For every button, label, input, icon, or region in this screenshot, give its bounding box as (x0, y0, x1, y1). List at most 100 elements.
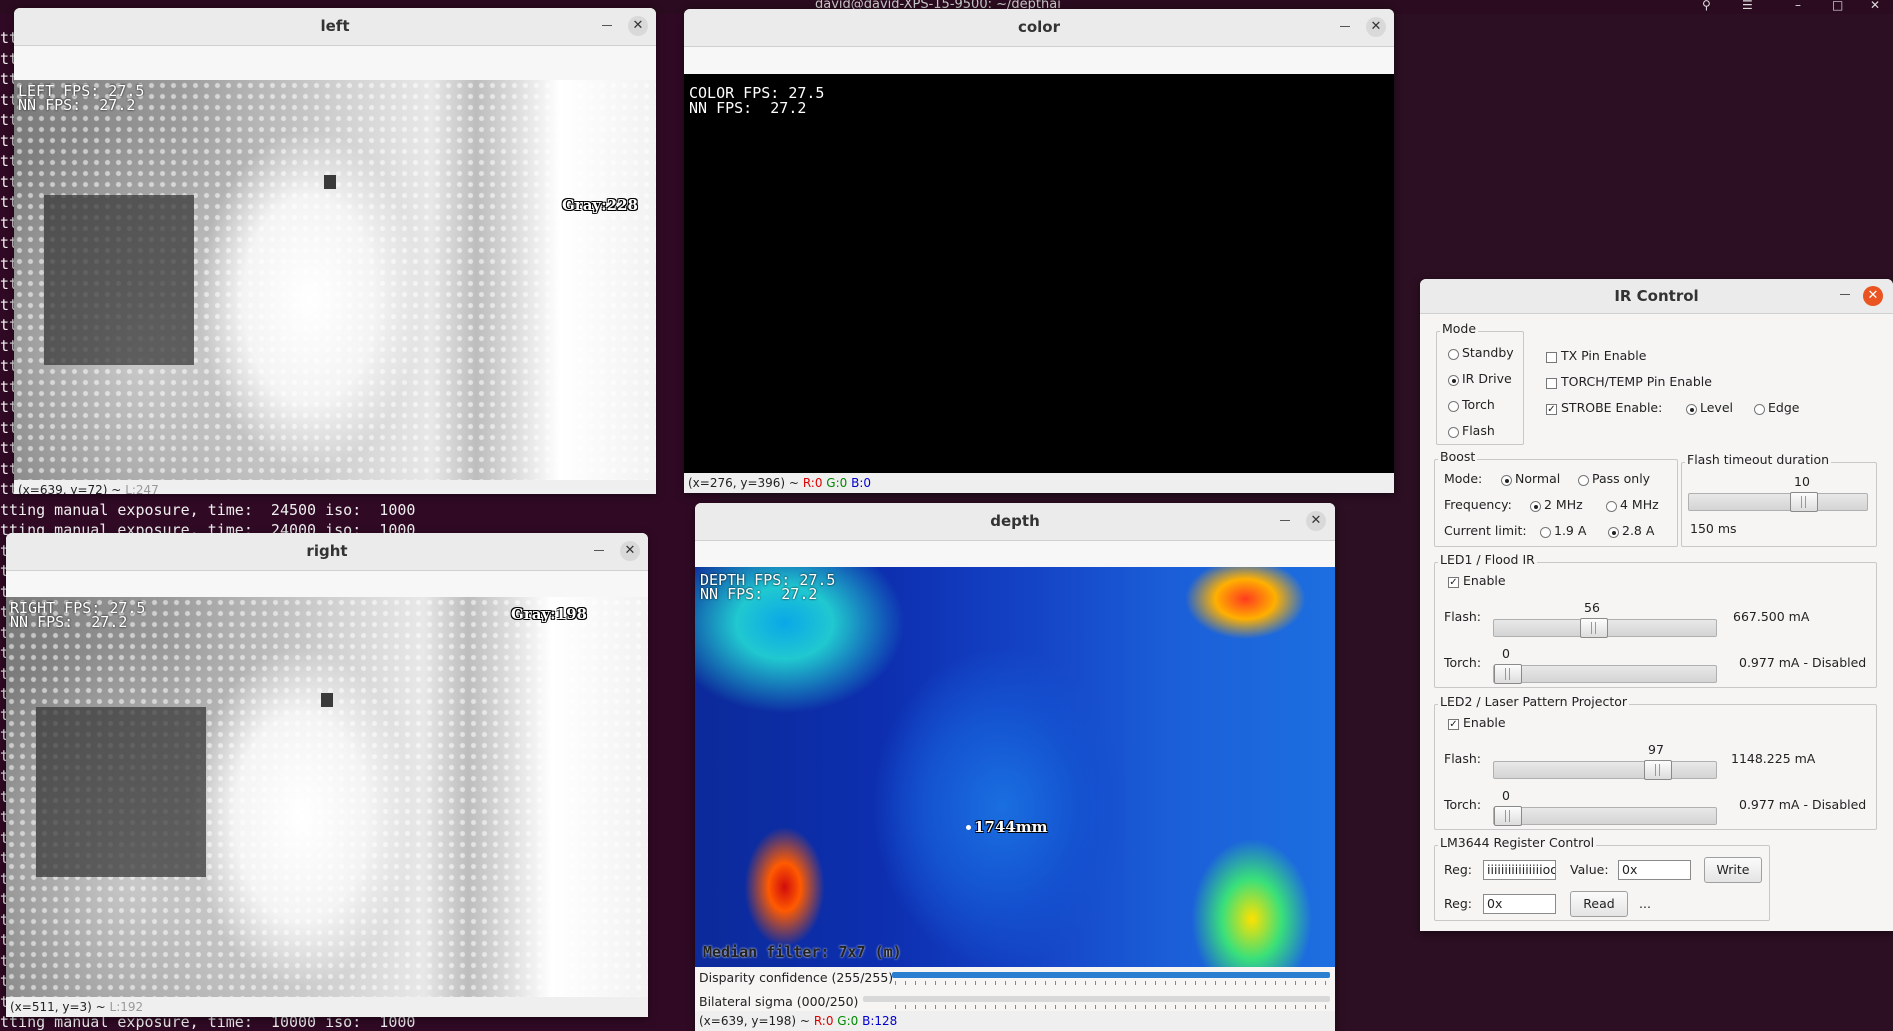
close-button[interactable]: ✕ (1366, 17, 1386, 37)
led2-enable-checkbox[interactable]: ✓ (1448, 719, 1459, 730)
trackbar-track[interactable] (863, 996, 1330, 1002)
group-label: Flash timeout duration (1685, 452, 1832, 467)
ir-control-window: IR Control ✕ Mode TX Pin Enable TORCH/TE… (1420, 279, 1893, 931)
led1-flash-label: Flash: (1444, 609, 1481, 624)
reg-read-input[interactable]: 0x (1483, 894, 1556, 914)
slider-thumb[interactable] (1494, 806, 1522, 826)
strobe-checkbox[interactable]: ✓ (1546, 404, 1557, 415)
mode-radio-flash[interactable] (1448, 427, 1459, 438)
strobe-level-radio[interactable] (1686, 404, 1697, 415)
reg-write-input[interactable]: iiiiiiiiiiiiiiiioooj (1483, 860, 1556, 880)
minimize-icon[interactable]: – (1795, 0, 1801, 12)
led1-flash-slider[interactable] (1493, 618, 1717, 638)
color-camera-image[interactable]: COLOR FPS: 27.5 NN FPS: 27.2 (684, 74, 1394, 473)
trackbar-track[interactable] (892, 972, 1330, 978)
trackbar-tick (1065, 1005, 1066, 1009)
strobe-edge-radio[interactable] (1754, 404, 1765, 415)
ir-titlebar[interactable]: IR Control ✕ (1420, 279, 1893, 314)
current-19a-radio[interactable] (1540, 527, 1551, 538)
minimize-button[interactable] (592, 543, 606, 551)
left-camera-image[interactable]: LEFT FPS: 27.5 NN FPS: 27.2 Gray:228 (14, 80, 656, 480)
trackbar-tick (1125, 1005, 1126, 1009)
trackbar-tick (1115, 981, 1116, 985)
minimize-button[interactable] (1278, 513, 1292, 521)
search-icon[interactable]: ⚲ (1702, 0, 1711, 12)
trackbar-tick (1075, 981, 1076, 985)
strobe-edge-label: Edge (1768, 400, 1800, 415)
trackbar-tick (1175, 1005, 1176, 1009)
led1-torch-slider[interactable] (1493, 664, 1717, 684)
slider-thumb[interactable] (1790, 492, 1818, 512)
depth-window: depth ✕ DEPTH FPS: 27.5 NN FPS: 27.2 174… (695, 503, 1335, 1031)
trackbar-tick (1305, 1005, 1306, 1009)
mode-radio-standby[interactable] (1448, 349, 1459, 360)
gray-value-label: Gray:228 (562, 196, 638, 214)
close-button[interactable]: ✕ (1306, 511, 1326, 531)
led1-enable-checkbox[interactable]: ✓ (1448, 577, 1459, 588)
close-button[interactable]: ✕ (620, 541, 640, 561)
toolbar (695, 541, 1335, 567)
led2-torch-slider[interactable] (1493, 806, 1717, 826)
boost-normal-radio[interactable] (1501, 475, 1512, 486)
pixel-r: R:0 (813, 1014, 834, 1028)
trackbar-tick (905, 1005, 906, 1009)
depth-image[interactable]: DEPTH FPS: 27.5 NN FPS: 27.2 1744mm Medi… (695, 567, 1335, 967)
color-titlebar[interactable]: color ✕ (684, 9, 1394, 47)
slider-thumb[interactable] (1494, 664, 1522, 684)
maximize-icon[interactable]: □ (1832, 0, 1843, 12)
status-bar: (x=639, y=72) ~ L:247 (14, 480, 656, 494)
trackbar-tick (1095, 981, 1096, 985)
led2-flash-slider[interactable] (1493, 760, 1717, 780)
write-button[interactable]: Write (1704, 857, 1762, 883)
led1-torch-label: Torch: (1444, 655, 1482, 670)
minimize-button[interactable] (600, 18, 614, 26)
cursor-coords: (x=511, y=3) ~ (10, 1000, 106, 1014)
flash-timeout-slider[interactable] (1688, 492, 1868, 512)
status-bar: (x=511, y=3) ~ L:192 (6, 997, 648, 1017)
value-input[interactable]: 0x (1618, 860, 1691, 880)
minimize-button[interactable] (1338, 19, 1352, 27)
slider-thumb[interactable] (1644, 760, 1672, 780)
minimize-button[interactable] (1838, 287, 1852, 295)
freq-2mhz-radio[interactable] (1530, 501, 1541, 512)
freq-4mhz-radio[interactable] (1606, 501, 1617, 512)
trackbar-tick (1225, 1005, 1226, 1009)
right-camera-image[interactable]: RIGHT FPS: 27.5 NN FPS: 27.2 Gray:198 (6, 597, 648, 997)
trackbar-tick (1035, 1005, 1036, 1009)
led2-torch-label: Torch: (1444, 797, 1482, 812)
nn-fps-overlay: NN FPS: 27.2 (10, 613, 128, 631)
torch-pin-checkbox[interactable] (1546, 378, 1557, 389)
mode-radio-torch[interactable] (1448, 401, 1459, 412)
boost-normal-label: Normal (1515, 471, 1561, 486)
trackbar-tick (945, 981, 946, 985)
trackbar-tick (1255, 1005, 1256, 1009)
mode-option-label: IR Drive (1462, 371, 1512, 386)
strobe-level-label: Level (1700, 400, 1733, 415)
slider-thumb[interactable] (1580, 618, 1608, 638)
trackbar-label: Disparity confidence (255/255) (699, 970, 894, 985)
trackbar-tick (1175, 981, 1176, 985)
current-28a-radio[interactable] (1608, 527, 1619, 538)
trackbar-tick (1325, 1005, 1326, 1009)
disparity-trackbar[interactable]: Disparity confidence (255/255) (695, 967, 1335, 987)
boost-passonly-radio[interactable] (1578, 475, 1589, 486)
menu-icon[interactable]: ☰ (1742, 0, 1753, 12)
trackbar-tick (1225, 981, 1226, 985)
boost-passonly-label: Pass only (1592, 471, 1651, 486)
pixel-b: B:0 (851, 476, 872, 490)
tx-pin-checkbox[interactable] (1546, 352, 1557, 363)
flash-timeout-display: 150 ms (1690, 521, 1737, 536)
right-titlebar[interactable]: right ✕ (6, 533, 648, 571)
close-button[interactable]: ✕ (1863, 286, 1883, 306)
depth-titlebar[interactable]: depth ✕ (695, 503, 1335, 541)
trackbar-tick (1155, 1005, 1156, 1009)
trackbar-tick (965, 981, 966, 985)
bilateral-trackbar[interactable]: Bilateral sigma (000/250) (695, 991, 1335, 1011)
left-titlebar[interactable]: left ✕ (14, 8, 656, 46)
mode-radio-ir-drive[interactable] (1448, 375, 1459, 386)
read-button[interactable]: Read (1570, 891, 1628, 917)
close-button[interactable]: ✕ (628, 16, 648, 36)
close-icon[interactable]: ✕ (1870, 0, 1880, 12)
window-title: IR Control (1614, 287, 1699, 305)
toolbar (14, 46, 656, 80)
